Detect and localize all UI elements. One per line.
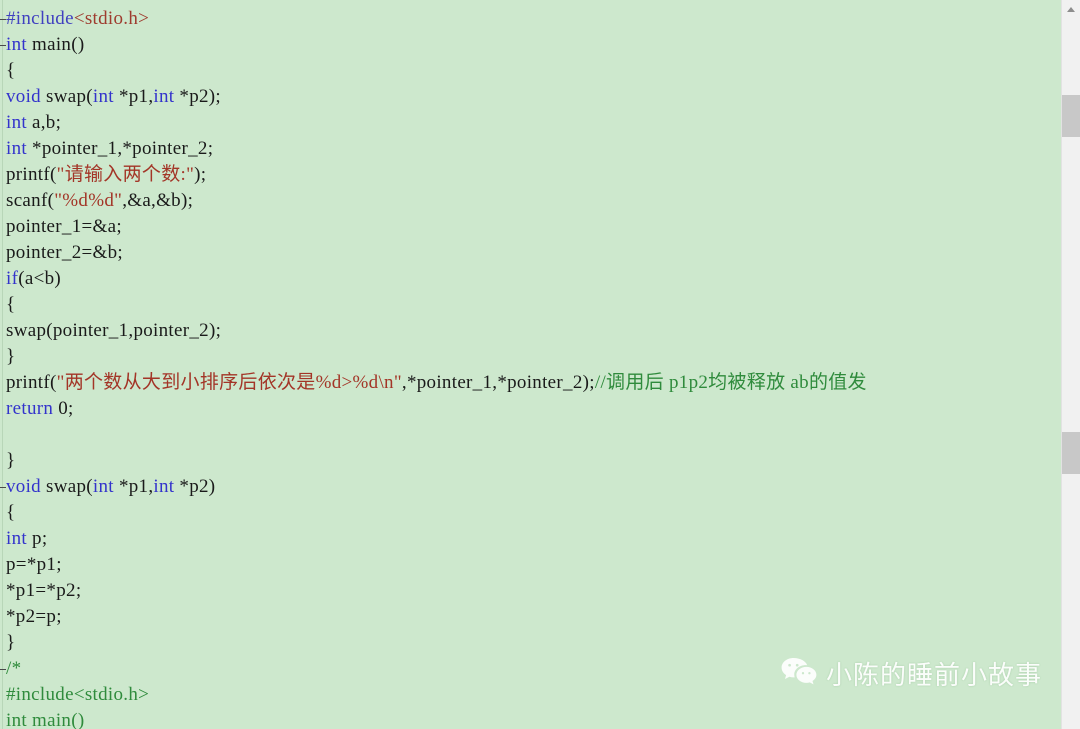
code-line[interactable]: pointer_2=&b; — [6, 240, 1062, 266]
code-token: int — [6, 34, 27, 55]
code-token: ,&a,&b); — [122, 190, 194, 211]
code-token: return — [6, 398, 54, 419]
scrollbar-thumb[interactable] — [1062, 432, 1080, 474]
code-token: *p2); — [174, 86, 222, 107]
code-token: *p2=p; — [6, 606, 62, 627]
code-line[interactable]: if(a<b) — [6, 266, 1062, 292]
code-token: *p1=*p2; — [6, 580, 82, 601]
code-token: int — [6, 112, 27, 133]
code-line[interactable]: printf("两个数从大到小排序后依次是%d>%d\n",*pointer_1… — [6, 370, 1062, 396]
code-line[interactable]: } — [6, 630, 1062, 656]
code-token: 0; — [53, 398, 74, 419]
code-line[interactable]: } — [6, 448, 1062, 474]
code-line[interactable]: return 0; — [6, 396, 1062, 422]
code-line[interactable]: p=*p1; — [6, 552, 1062, 578]
code-line[interactable]: { — [6, 292, 1062, 318]
code-token: printf( — [6, 372, 57, 393]
code-token: } — [6, 346, 16, 367]
code-token: pointer_1=&a; — [6, 216, 122, 237]
code-line[interactable]: { — [6, 500, 1062, 526]
code-token: swap( — [40, 86, 93, 107]
code-line[interactable]: int main() — [6, 708, 1062, 729]
code-line[interactable]: int a,b; — [6, 110, 1062, 136]
code-token: } — [6, 450, 16, 471]
code-token: /* — [6, 658, 22, 679]
code-token: "两个数从大到小排序后依次是%d>%d\n" — [56, 372, 402, 393]
code-token: int — [6, 528, 27, 549]
code-line[interactable]: void swap(int *p1,int *p2) — [6, 474, 1062, 500]
code-token: (a<b) — [18, 268, 62, 289]
chevron-up-icon — [1067, 7, 1075, 12]
code-token: swap( — [40, 476, 93, 497]
code-line[interactable]: swap(pointer_1,pointer_2); — [6, 318, 1062, 344]
code-line[interactable]: *p2=p; — [6, 604, 1062, 630]
code-line[interactable]: int *pointer_1,*pointer_2; — [6, 136, 1062, 162]
code-token: int — [92, 86, 114, 107]
code-token: } — [6, 632, 16, 653]
code-editor-window: #include<stdio.h> int main(){void swap(in… — [0, 0, 1080, 729]
code-line[interactable]: #include<stdio.h> — [6, 6, 1062, 32]
code-token: int — [153, 86, 175, 107]
vertical-scrollbar[interactable] — [1061, 0, 1080, 729]
code-token: a,b; — [26, 112, 62, 133]
code-line[interactable]: void swap(int *p1,int *p2); — [6, 84, 1062, 110]
code-token: void — [6, 86, 41, 107]
code-editor-pane[interactable]: #include<stdio.h> int main(){void swap(in… — [0, 0, 1062, 729]
code-token: ); — [194, 164, 207, 185]
code-line[interactable]: } — [6, 344, 1062, 370]
code-line[interactable]: scanf("%d%d",&a,&b); — [6, 188, 1062, 214]
code-token: main() — [26, 34, 85, 55]
code-token: "%d%d" — [54, 190, 123, 211]
code-line[interactable]: /* — [6, 656, 1062, 682]
code-line[interactable]: pointer_1=&a; — [6, 214, 1062, 240]
code-content[interactable]: #include<stdio.h> int main(){void swap(in… — [6, 0, 1062, 729]
code-token: int — [153, 476, 175, 497]
code-line[interactable]: printf("请输入两个数:"); — [6, 162, 1062, 188]
scrollbar-thumb[interactable] — [1062, 95, 1080, 137]
code-token: <stdio.h> — [73, 8, 150, 29]
code-token: p=*p1; — [6, 554, 62, 575]
fold-guide-line — [2, 0, 3, 729]
code-token: int — [6, 138, 27, 159]
code-token: void — [6, 476, 41, 497]
code-line[interactable]: #include<stdio.h> — [6, 682, 1062, 708]
code-token: *p1, — [113, 476, 154, 497]
code-token: pointer_2=&b; — [6, 242, 123, 263]
code-token: if — [6, 268, 19, 289]
code-token: swap(pointer_1,pointer_2); — [6, 320, 222, 341]
code-line[interactable]: { — [6, 58, 1062, 84]
code-line[interactable]: int main() — [6, 32, 1062, 58]
code-token: //调用后 p1p2均被释放 ab的值发 — [594, 372, 867, 393]
code-token: p; — [26, 528, 48, 549]
code-token: *p1, — [113, 86, 154, 107]
code-token: #include — [6, 8, 74, 29]
code-token: { — [6, 60, 16, 81]
code-token: { — [6, 502, 16, 523]
code-token: #include<stdio.h> — [6, 684, 150, 705]
code-token: int main() — [6, 710, 85, 729]
code-line[interactable] — [6, 422, 1062, 448]
code-token: { — [6, 294, 16, 315]
code-token: ,*pointer_1,*pointer_2); — [401, 372, 595, 393]
code-line[interactable]: int p; — [6, 526, 1062, 552]
scroll-up-button[interactable] — [1062, 0, 1080, 17]
code-token: int — [92, 476, 114, 497]
code-token: printf( — [6, 164, 57, 185]
code-token: "请输入两个数:" — [56, 164, 195, 185]
code-token: *pointer_1,*pointer_2; — [26, 138, 214, 159]
code-token: *p2) — [174, 476, 216, 497]
code-line[interactable]: *p1=*p2; — [6, 578, 1062, 604]
code-token: scanf( — [6, 190, 55, 211]
